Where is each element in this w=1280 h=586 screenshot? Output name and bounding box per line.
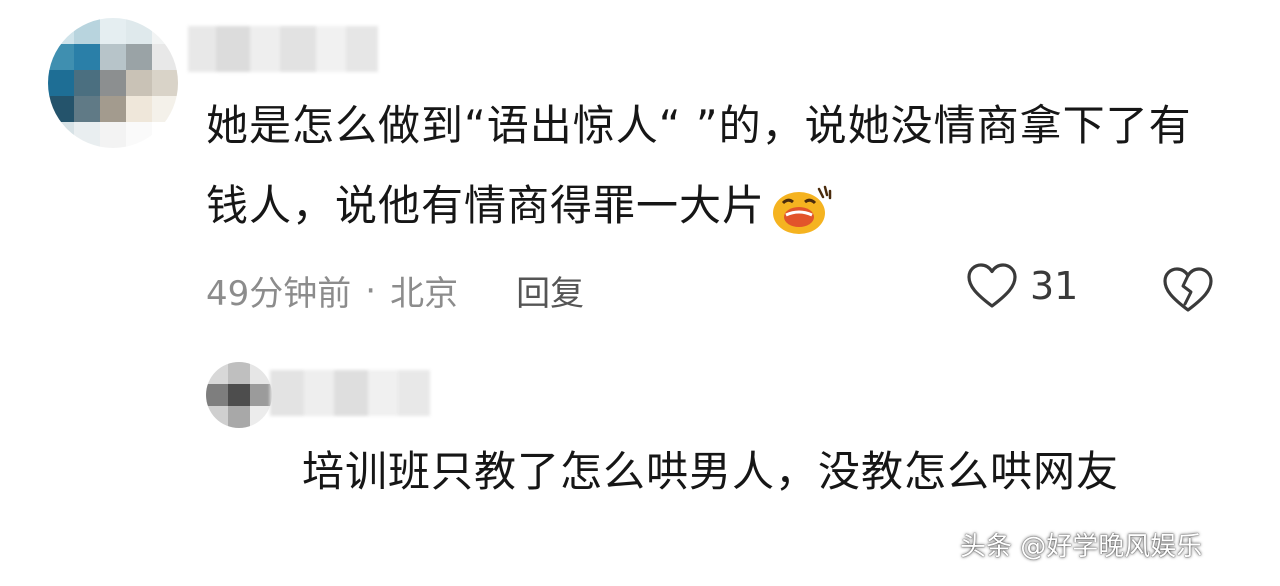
like-button[interactable]: 31 — [966, 262, 1078, 310]
comment-time: 49分钟前 — [206, 274, 352, 314]
crying-laughing-emoji-icon — [773, 185, 832, 234]
username-blurred[interactable] — [190, 370, 430, 416]
broken-heart-icon[interactable] — [1162, 266, 1214, 314]
comment-meta: 49分钟前 · 北京 回复 — [206, 266, 584, 315]
username-blurred[interactable] — [188, 26, 378, 72]
comment-body: 她是怎么做到“语出惊人“ ”的，说她没情商拿下了有钱人，说他有情商得罪一大片 — [206, 101, 1192, 230]
avatar[interactable] — [48, 18, 178, 148]
reply-button[interactable]: 回复 — [516, 266, 584, 315]
heart-icon[interactable] — [966, 262, 1018, 310]
meta-separator: · — [365, 270, 377, 311]
watermark: 头条 @好学晚风娱乐 — [960, 532, 1203, 562]
comment-text: 培训班只教了怎么哄男人，没教怎么哄网友 — [302, 447, 1120, 496]
comment-text: 她是怎么做到“语出惊人“ ”的，说她没情商拿下了有钱人，说他有情商得罪一大片 — [206, 86, 1216, 246]
comment-location: 北京 — [390, 274, 459, 314]
like-count: 31 — [1030, 264, 1079, 308]
